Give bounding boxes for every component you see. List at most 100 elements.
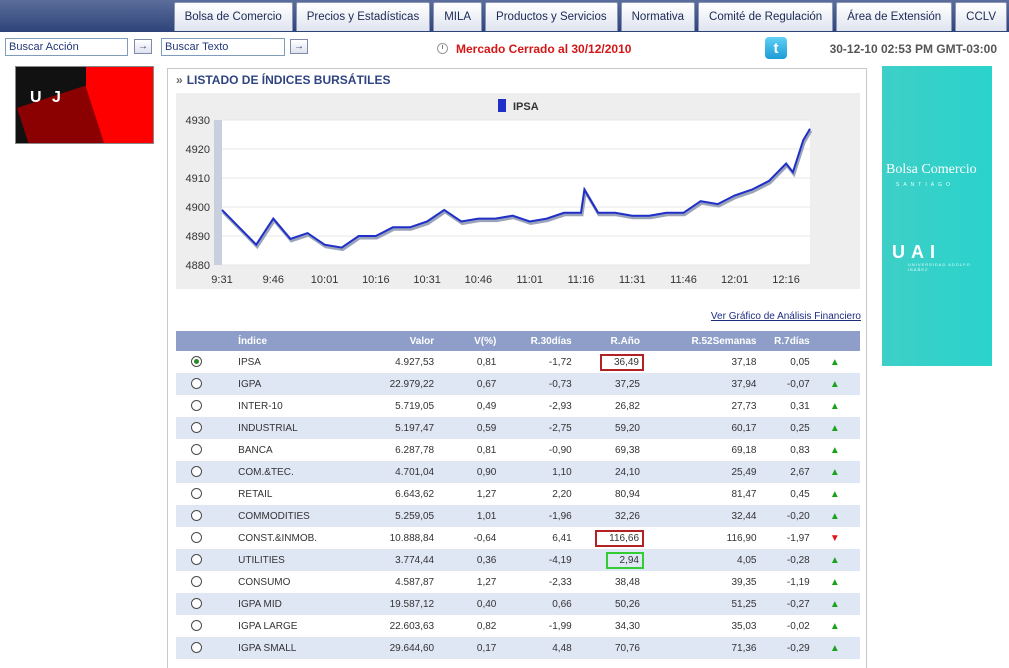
index-valor: 6.643,62 — [338, 483, 435, 505]
index-rano: 37,25 — [571, 373, 640, 395]
index-name[interactable]: COMMODITIES — [216, 505, 339, 527]
row-select-radio[interactable] — [190, 422, 202, 434]
table-row[interactable]: CONST.&INMOB. 10.888,84 -0,64 6,41 116,66 116… — [176, 527, 860, 549]
row-select-radio[interactable] — [190, 510, 202, 522]
table-row[interactable]: CONSUMO 4.587,87 1,27 -2,33 38,48 39,35 -1,19 ▲ — [176, 571, 860, 593]
index-name[interactable]: BANCA — [216, 439, 339, 461]
index-name[interactable]: CONST.&INMOB. — [216, 527, 339, 549]
table-row[interactable]: IPSA 4.927,53 0,81 -1,72 36,49 37,18 0,05 ▲ — [176, 351, 860, 373]
tab-productos-servicios[interactable]: Productos y Servicios — [485, 2, 618, 31]
left-ad-banner[interactable]: U J — [15, 66, 154, 144]
trend-up-icon: ▲ — [829, 642, 840, 654]
search-action-button[interactable]: → — [134, 39, 152, 54]
index-variacion: 0,82 — [434, 615, 497, 637]
search-text-button[interactable]: → — [290, 39, 308, 54]
x-tick-label: 10:31 — [413, 274, 441, 286]
current-datetime: 30-12-10 02:53 PM GMT-03:00 — [829, 42, 997, 56]
row-select-radio[interactable] — [190, 598, 202, 610]
row-select-radio[interactable] — [190, 488, 202, 500]
index-r30: -1,99 — [496, 615, 572, 637]
col-r30: R.30días — [496, 331, 572, 351]
index-valor: 10.888,84 — [338, 527, 435, 549]
index-r7: 0,25 — [756, 417, 810, 439]
index-name[interactable]: COM.&TEC. — [216, 461, 339, 483]
col-variacion: V(%) — [434, 331, 497, 351]
right-ad-banner[interactable]: Bolsa Comercio SANTIAGO UAI UNIVERSIDAD … — [882, 66, 992, 366]
index-name[interactable]: IGPA MID — [216, 593, 339, 615]
index-name[interactable]: CONSUMO — [216, 571, 339, 593]
index-rano: 24,10 — [571, 461, 640, 483]
table-row[interactable]: UTILITIES 3.774,44 0,36 -4,19 2,94 4,05 -0,28 ▲ — [176, 549, 860, 571]
indices-panel: » LISTADO DE ÍNDICES BURSÁTILES 4880 4890 4… — [167, 68, 867, 668]
row-select-radio[interactable] — [190, 356, 202, 368]
tab-bolsa-de-comercio[interactable]: Bolsa de Comercio — [173, 2, 293, 31]
y-tick-label: 4890 — [186, 231, 210, 243]
financial-analysis-link[interactable]: Ver Gráfico de Análisis Financiero — [711, 311, 861, 322]
trend-up-icon: ▲ — [829, 444, 840, 456]
table-row[interactable]: COM.&TEC. 4.701,04 0,90 1,10 24,10 25,49 2,67 ▲ — [176, 461, 860, 483]
row-select-radio[interactable] — [190, 620, 202, 632]
row-select-radio[interactable] — [190, 642, 202, 654]
table-row[interactable]: INDUSTRIAL 5.197,47 0,59 -2,75 59,20 60,17 0,2… — [176, 417, 860, 439]
tab-area-extension[interactable]: Área de Extensión — [836, 2, 953, 31]
index-name[interactable]: INTER-10 — [216, 395, 339, 417]
index-name[interactable]: IGPA LARGE — [216, 615, 339, 637]
index-rano: 116,66 — [571, 527, 644, 549]
index-r30: 4,48 — [496, 637, 572, 659]
row-select-radio[interactable] — [190, 378, 202, 390]
indices-table-body: IPSA 4.927,53 0,81 -1,72 36,49 37,18 0,05 ▲ IGPA… — [176, 351, 860, 659]
index-valor: 29.644,60 — [338, 637, 435, 659]
trend-up-icon: ▲ — [829, 466, 840, 478]
index-r7: -1,19 — [756, 571, 810, 593]
trend-up-icon: ▲ — [829, 356, 840, 368]
row-select-radio[interactable] — [190, 444, 202, 456]
row-select-radio[interactable] — [190, 554, 202, 566]
row-select-radio[interactable] — [190, 532, 202, 544]
trend-up-icon: ▲ — [829, 554, 840, 566]
table-row[interactable]: IGPA MID 19.587,12 0,40 0,66 50,26 51,25 -0,27… — [176, 593, 860, 615]
index-valor: 3.774,44 — [338, 549, 435, 571]
y-tick-label: 4900 — [186, 202, 210, 214]
index-rano: 59,20 — [571, 417, 640, 439]
tab-cclv[interactable]: CCLV — [955, 2, 1007, 31]
search-text-input[interactable] — [161, 38, 285, 56]
tab-comite-regulacion[interactable]: Comité de Regulación — [698, 2, 834, 31]
index-r7: 2,67 — [756, 461, 810, 483]
indices-table: Índice Valor V(%) R.30días R.Año R.52Sem… — [176, 331, 860, 659]
table-row[interactable]: IGPA 22.979,22 0,67 -0,73 37,25 37,94 -0,07 ▲ — [176, 373, 860, 395]
index-variacion: 1,27 — [434, 483, 497, 505]
index-r7: -1,97 — [756, 527, 810, 549]
trend-up-icon: ▲ — [829, 510, 840, 522]
index-variacion: 0,40 — [434, 593, 497, 615]
table-row[interactable]: IGPA SMALL 29.644,60 0,17 4,48 70,76 71,36 -0,… — [176, 637, 860, 659]
tab-normativa[interactable]: Normativa — [620, 2, 696, 31]
nav-tabs: Bolsa de Comercio Precios y Estadísticas… — [173, 2, 1007, 31]
table-row[interactable]: IGPA LARGE 22.603,63 0,82 -1,99 34,30 35,03 -0… — [176, 615, 860, 637]
table-row[interactable]: COMMODITIES 5.259,05 1,01 -1,96 32,26 32,44 -0… — [176, 505, 860, 527]
index-rano: 80,94 — [571, 483, 640, 505]
index-variacion: 0,81 — [434, 439, 497, 461]
row-select-radio[interactable] — [190, 576, 202, 588]
index-rano: 36,49 — [571, 351, 644, 373]
index-name[interactable]: INDUSTRIAL — [216, 417, 339, 439]
search-action-input[interactable] — [5, 38, 128, 56]
index-r30: 0,66 — [496, 593, 572, 615]
index-r7: -0,20 — [756, 505, 810, 527]
trend-up-icon: ▲ — [829, 422, 840, 434]
row-select-radio[interactable] — [190, 466, 202, 478]
table-row[interactable]: INTER-10 5.719,05 0,49 -2,93 26,82 27,73 0,31 ▲ — [176, 395, 860, 417]
index-name[interactable]: RETAIL — [216, 483, 339, 505]
row-select-radio[interactable] — [190, 400, 202, 412]
index-name[interactable]: IPSA — [216, 351, 339, 373]
index-name[interactable]: IGPA — [216, 373, 339, 395]
tab-precios-estadisticas[interactable]: Precios y Estadísticas — [295, 2, 431, 31]
index-name[interactable]: UTILITIES — [216, 549, 339, 571]
tab-mila[interactable]: MILA — [433, 2, 483, 31]
index-variacion: 0,49 — [434, 395, 497, 417]
twitter-icon[interactable]: t — [765, 37, 787, 59]
table-row[interactable]: BANCA 6.287,78 0,81 -0,90 69,38 69,18 0,83 ▲ — [176, 439, 860, 461]
index-name[interactable]: IGPA SMALL — [216, 637, 339, 659]
index-r52: 116,90 — [640, 527, 757, 549]
index-valor: 4.701,04 — [338, 461, 435, 483]
table-row[interactable]: RETAIL 6.643,62 1,27 2,20 80,94 81,47 0,45 ▲ — [176, 483, 860, 505]
